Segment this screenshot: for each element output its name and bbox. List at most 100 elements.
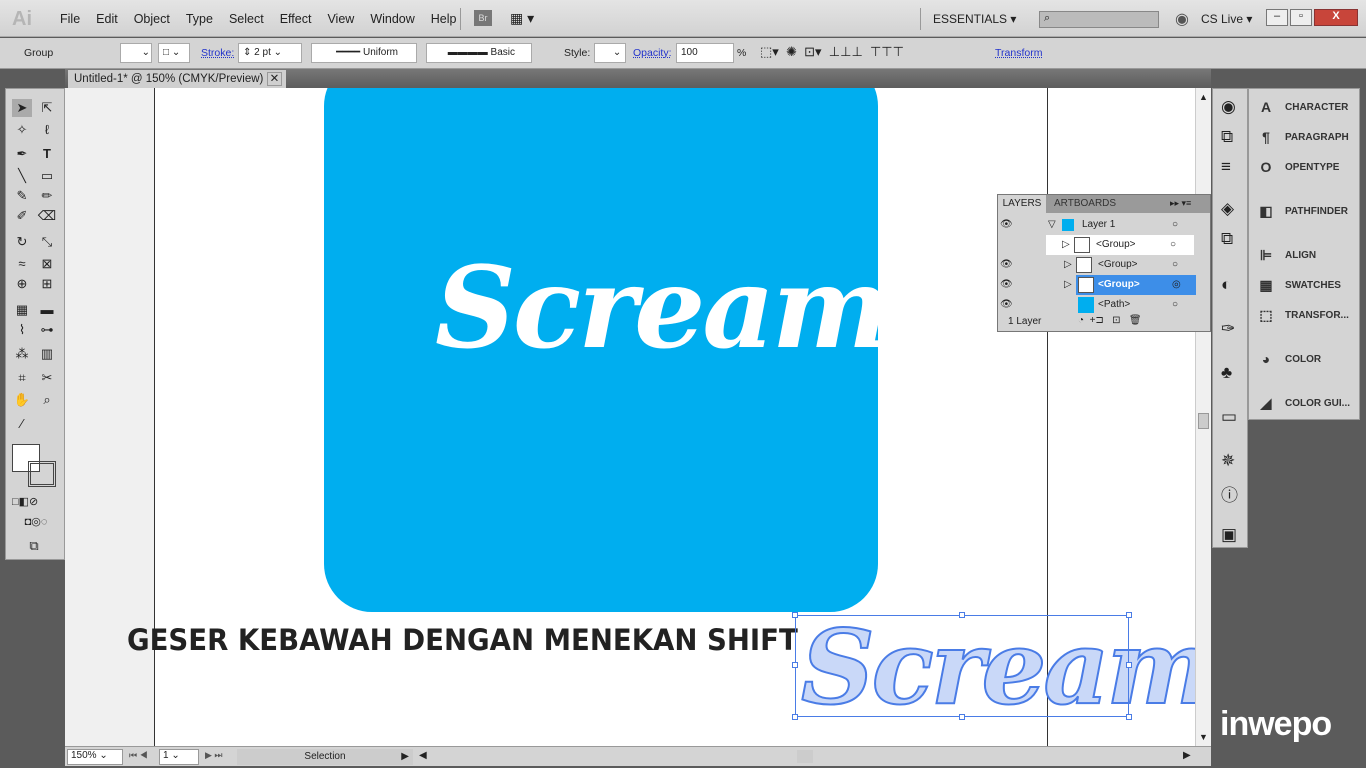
scroll-thumb[interactable] [1198, 413, 1209, 429]
document-info-icon[interactable]: ▣ [1221, 525, 1237, 545]
close-button[interactable]: X [1314, 9, 1358, 26]
navigator-icon[interactable]: ✵ [1221, 451, 1235, 471]
stroke-icon[interactable]: ≡ [1221, 157, 1231, 177]
rectangle-tool-icon[interactable]: ▭ [37, 167, 57, 185]
opacity-link[interactable]: Opacity: [633, 47, 672, 59]
layer-row[interactable]: 👁 ▷ <Group> ○ [1000, 255, 1196, 275]
scroll-right-icon[interactable]: ▶ [1183, 750, 1191, 761]
zoom-level-field[interactable]: 150% ⌄ [67, 749, 123, 765]
transform-link[interactable]: Transform [995, 47, 1042, 59]
panel-color-guide[interactable]: ◢ COLOR GUI... [1257, 391, 1350, 415]
pencil-icon[interactable]: ✏ [37, 187, 57, 205]
warp-icon[interactable]: ≈ [12, 255, 32, 273]
handle[interactable] [792, 612, 798, 618]
magic-wand-icon[interactable]: ✧ [12, 121, 32, 139]
opacity-field[interactable]: 100 [676, 43, 734, 63]
vertical-scrollbar[interactable]: ▲ ▼ [1195, 88, 1211, 746]
panel-align[interactable]: ⊫ ALIGN [1257, 243, 1316, 267]
tab-artboards[interactable]: ARTBOARDS [1054, 198, 1116, 209]
zoom-tool-icon[interactable]: ⌕ [37, 391, 57, 409]
brushes-icon[interactable]: ✑ [1221, 319, 1235, 339]
eyedropper-icon[interactable]: ⌇ [12, 321, 32, 339]
target-icon[interactable]: ○ [1172, 295, 1178, 315]
menu-effect[interactable]: Effect [272, 12, 320, 26]
menu-edit[interactable]: Edit [88, 12, 126, 26]
mesh-icon[interactable]: ▦ [12, 301, 32, 319]
panel-menu-icon[interactable]: ▸▸ ▾≡ [1170, 198, 1191, 209]
panel-paragraph[interactable]: ¶ PARAGRAPH [1257, 125, 1349, 149]
next-last-artboard-icons[interactable]: ▶ ⏭ [205, 750, 223, 761]
target-icon[interactable]: ○ [1172, 215, 1178, 235]
handle[interactable] [792, 662, 798, 668]
layer-row-selected[interactable]: 👁 ▷ <Group> ◎ [1000, 275, 1196, 295]
type-tool-icon[interactable]: T [37, 145, 57, 163]
color-mode-icons[interactable]: □◧⊘ [12, 493, 38, 511]
target-icon[interactable]: ○ [1170, 235, 1176, 255]
shape-builder-icon[interactable]: ⊕ [12, 275, 32, 293]
lasso-icon[interactable]: ℓ [37, 121, 57, 139]
panel-pathfinder[interactable]: ◧ PATHFINDER [1257, 199, 1348, 223]
screen-mode-icon[interactable]: ⧉ [24, 537, 44, 555]
stroke-link[interactable]: Stroke: [201, 47, 234, 59]
pen-tool-icon[interactable]: ✒ [12, 145, 32, 163]
canvas[interactable]: Scream GESER KEBAWAH DENGAN MENEKAN SHIF… [65, 88, 1195, 746]
tab-layers[interactable]: LAYERS [998, 195, 1046, 213]
blend-icon[interactable]: ⊶ [37, 321, 57, 339]
recolor-icon[interactable]: ⬚▾ ✺ ⊡▾ ⊥⊥⊥ ⊤⊤⊤ [760, 44, 904, 60]
expand-icon[interactable]: ▽ [1048, 215, 1056, 235]
target-icon[interactable]: ○ [1172, 255, 1178, 275]
first-prev-artboard-icons[interactable]: ⏮ ◀ [129, 750, 148, 761]
current-tool-status[interactable]: Selection ▶ [237, 749, 413, 765]
style-dropdown[interactable]: ⌄ [594, 43, 626, 63]
scale-icon[interactable]: ⤡ [37, 233, 57, 251]
eyedropper-tool-icon[interactable]: ⁄ [12, 415, 32, 433]
expand-icon[interactable]: ▷ [1064, 275, 1072, 295]
menu-help[interactable]: Help [423, 12, 465, 26]
handle[interactable] [792, 714, 798, 720]
color-panel-icon[interactable]: ◉ [1221, 97, 1236, 117]
handle[interactable] [1126, 714, 1132, 720]
direct-selection-tool-icon[interactable]: ⇱ [37, 99, 57, 117]
handle[interactable] [959, 714, 965, 720]
menu-view[interactable]: View [319, 12, 362, 26]
brush-definition[interactable]: ▬▬▬▬ Basic [426, 43, 532, 63]
info-icon[interactable]: ⓘ [1221, 481, 1238, 506]
handle[interactable] [959, 612, 965, 618]
stroke-swatch[interactable]: □ ⌄ [158, 43, 190, 63]
menu-select[interactable]: Select [221, 12, 272, 26]
minimize-button[interactable]: – [1266, 9, 1288, 26]
panel-color[interactable]: ◕ COLOR [1257, 347, 1321, 371]
document-tab[interactable]: Untitled-1* @ 150% (CMYK/Preview) ✕ [68, 70, 286, 88]
perspective-grid-icon[interactable]: ⊞ [37, 275, 57, 293]
close-tab-icon[interactable]: ✕ [266, 72, 283, 86]
horizontal-scroll-thumb[interactable] [797, 750, 813, 763]
eye-icon[interactable]: 👁 [1000, 279, 1013, 290]
workspace-switcher[interactable]: ESSENTIALS ▾ [933, 12, 1016, 26]
column-graph-icon[interactable]: ▥ [37, 345, 57, 363]
maximize-button[interactable]: ▫ [1290, 9, 1312, 26]
layer-row[interactable]: 👁 <Path> ○ [1000, 295, 1196, 315]
draw-mode-icons[interactable]: ◘◎◌ [12, 513, 60, 531]
expand-icon[interactable]: ▷ [1046, 239, 1070, 250]
appearance-icon[interactable]: ⧉ [1221, 127, 1233, 147]
panel-swatches[interactable]: ▦ SWATCHES [1257, 273, 1341, 297]
stroke-color-swatch[interactable] [28, 461, 56, 487]
selection-tool-icon[interactable]: ➤ [12, 99, 32, 117]
symbols-icon[interactable]: ♣ [1221, 363, 1232, 383]
cs-live-menu[interactable]: CS Live ▾ [1201, 12, 1252, 26]
eye-icon[interactable]: 👁 [1000, 219, 1013, 230]
variable-width-profile[interactable]: ━━━━ Uniform [311, 43, 417, 63]
panel-opentype[interactable]: O OPENTYPE [1257, 155, 1340, 179]
free-transform-icon[interactable]: ⊠ [37, 255, 57, 273]
artboard-tool-icon[interactable]: ⌗ [12, 369, 32, 387]
panel-character[interactable]: A CHARACTER [1257, 95, 1348, 119]
eraser-icon[interactable]: ⌫ [37, 207, 57, 225]
arrange-documents-button[interactable]: ▦ ▾ [510, 10, 534, 27]
selection-bounding-box[interactable] [792, 612, 1132, 720]
stroke-weight-field[interactable]: ⇕ 2 pt ⌄ [238, 43, 302, 63]
line-tool-icon[interactable]: ╲ [12, 167, 32, 185]
paintbrush-icon[interactable]: ✎ [12, 187, 32, 205]
symbol-sprayer-icon[interactable]: ⁂ [12, 345, 32, 363]
gradient-panel-icon[interactable]: ▭ [1221, 407, 1237, 427]
scream-text[interactable]: Scream [435, 243, 890, 374]
